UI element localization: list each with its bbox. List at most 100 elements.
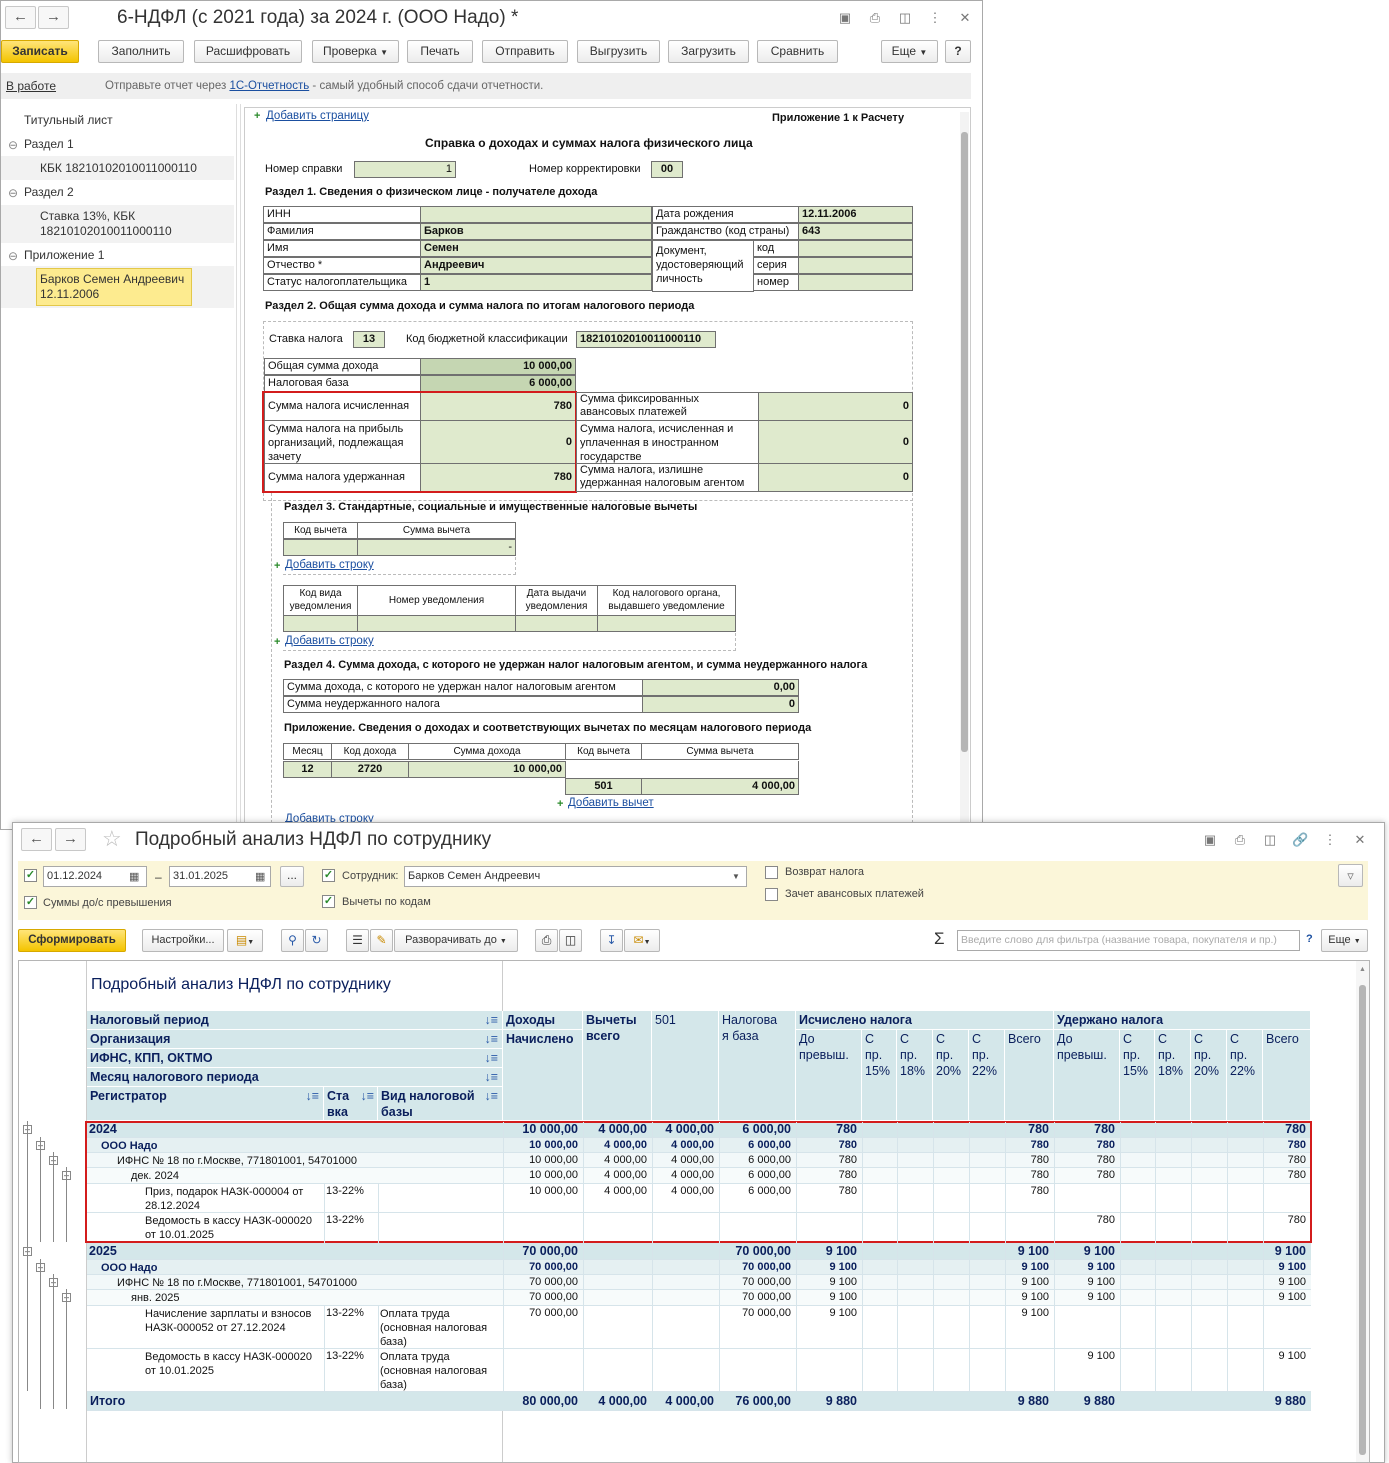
doc-number-field[interactable] <box>798 274 913 291</box>
collapse-button[interactable]: ☰ <box>346 929 369 952</box>
deduction-sum-field-2[interactable]: 4 000,00 <box>641 778 799 795</box>
generate-button[interactable]: Сформировать <box>18 929 126 952</box>
sort-icon[interactable]: ↓≡ <box>305 1088 319 1104</box>
sum-icon[interactable]: Σ <box>934 929 945 949</box>
tree-collapse-icon[interactable]: ⊖ <box>8 186 18 200</box>
form-scrollbar[interactable] <box>960 112 969 824</box>
email-button[interactable]: ✉▼ <box>624 929 660 952</box>
close-icon[interactable]: ✕ <box>957 10 973 26</box>
income-sum-field[interactable]: 10 000,00 <box>408 761 566 778</box>
tree-section2-rate[interactable]: Ставка 13%, КБК <box>40 209 135 223</box>
sort-icon[interactable]: ↓≡ <box>484 1088 498 1104</box>
hdr-ifns[interactable]: ИФНС, КПП, ОКТМО ↓≡ <box>87 1049 503 1068</box>
more-menu-icon[interactable]: ⋮ <box>1322 832 1338 848</box>
tree-collapse-icon[interactable]: ⊖ <box>8 249 18 263</box>
expand-levels-icon-button[interactable]: ✎ <box>370 929 393 952</box>
foreign-tax-field[interactable]: 0 <box>758 420 913 464</box>
calendar-icon[interactable]: ▦ <box>129 870 139 883</box>
deduction-code-field[interactable] <box>283 539 358 556</box>
tree-section2-kbk[interactable]: 18210102010011000110 <box>40 224 172 238</box>
hdr-base-type[interactable]: Вид налоговой базы ↓≡ <box>378 1087 503 1121</box>
deduction-sum-field[interactable]: - <box>357 539 516 556</box>
back-button[interactable]: ← <box>5 6 36 29</box>
not-withheld-tax-field[interactable]: 0 <box>642 696 799 713</box>
notice-org-field[interactable] <box>597 615 736 632</box>
inn-field[interactable] <box>420 206 652 223</box>
deductions-by-code-checkbox[interactable]: ✓ <box>322 895 335 908</box>
add-deduction-link[interactable]: Добавить вычет <box>568 797 654 809</box>
tree-section1[interactable]: Раздел 1 <box>24 137 74 151</box>
hdr-period[interactable]: Налоговый период ↓≡ <box>87 1011 503 1030</box>
period-select-button[interactable]: ... <box>280 866 304 887</box>
reporting-link[interactable]: 1С-Отчетность <box>229 80 309 92</box>
sort-icon[interactable]: ↓≡ <box>484 1012 498 1028</box>
hdr-registrar[interactable]: Регистратор ↓≡ <box>87 1087 324 1121</box>
refund-checkbox[interactable] <box>765 866 778 879</box>
decode-button[interactable]: Расшифровать <box>194 40 302 63</box>
tax-base-field[interactable]: 6 000,00 <box>420 375 576 392</box>
tree-section1-kbk[interactable]: КБК 18210102010011000110 <box>40 161 197 175</box>
preview-icon[interactable]: ◫ <box>897 10 913 26</box>
surname-field[interactable]: Барков <box>420 223 652 240</box>
hdr-rate[interactable]: Ста вка ↓≡ <box>324 1087 378 1121</box>
dropdown-arrow-icon[interactable]: ▼ <box>732 872 740 881</box>
check-button[interactable]: Проверка ▼ <box>312 40 399 63</box>
notice-number-field[interactable] <box>357 615 516 632</box>
more-button[interactable]: Еще ▼ <box>1321 929 1368 952</box>
scroll-up-icon[interactable]: ▲ <box>1359 966 1366 973</box>
help-link[interactable]: ? <box>1306 933 1313 945</box>
month-field[interactable]: 12 <box>283 761 332 778</box>
favorite-star-icon[interactable]: ☆ <box>102 826 122 852</box>
forward-button[interactable]: → <box>55 828 86 851</box>
citizenship-field[interactable]: 643 <box>798 223 913 240</box>
print-icon[interactable]: ⎙ <box>1232 832 1248 848</box>
export-button[interactable]: Выгрузить <box>577 40 660 63</box>
more-menu-icon[interactable]: ⋮ <box>927 10 943 26</box>
more-button[interactable]: Еще ▼ <box>881 40 938 63</box>
preview-button[interactable]: ◫ <box>559 929 582 952</box>
filter-button[interactable]: ▿ <box>1338 864 1363 887</box>
calendar-icon[interactable]: ▦ <box>255 870 265 883</box>
notice-type-field[interactable] <box>283 615 358 632</box>
filter-input[interactable]: Введите слово для фильтра (название това… <box>957 930 1300 951</box>
not-withheld-income-field[interactable]: 0,00 <box>642 679 799 696</box>
period-checkbox[interactable]: ✓ <box>24 869 37 882</box>
scroll-thumb[interactable] <box>961 132 968 752</box>
save-doc-icon[interactable]: ▣ <box>1202 832 1218 848</box>
splitter[interactable] <box>236 104 241 824</box>
report-scrollbar[interactable]: ▲ <box>1356 961 1369 1462</box>
state-link[interactable]: В работе <box>6 79 56 93</box>
print-icon[interactable]: ⎙ <box>867 10 883 26</box>
close-icon[interactable]: ✕ <box>1352 832 1368 848</box>
excess-tax-field[interactable]: 0 <box>758 463 913 492</box>
tree-collapse-icon[interactable]: ⊖ <box>8 138 18 152</box>
fill-button[interactable]: Заполнить <box>98 40 184 63</box>
hdr-org[interactable]: Организация ↓≡ <box>87 1030 503 1049</box>
save-doc-icon[interactable]: ▣ <box>837 10 853 26</box>
doc-code-field[interactable] <box>798 240 913 257</box>
income-code-field[interactable]: 2720 <box>331 761 409 778</box>
dob-field[interactable]: 12.11.2006 <box>798 206 913 223</box>
advance-checkbox[interactable] <box>765 888 778 901</box>
variant-button[interactable]: ▤▼ <box>227 929 263 952</box>
tree-title-page[interactable]: Титульный лист <box>24 113 113 127</box>
tree-appendix1[interactable]: Приложение 1 <box>24 248 104 262</box>
kbk-field[interactable]: 18210102010011000110 <box>576 331 716 348</box>
cert-number-field[interactable]: 1 <box>354 161 456 178</box>
compare-button[interactable]: Сравнить <box>757 40 838 63</box>
import-button[interactable]: Загрузить <box>668 40 749 63</box>
correction-field[interactable]: 00 <box>651 161 683 178</box>
help-button[interactable]: ? <box>945 40 971 63</box>
patronymic-field[interactable]: Андреевич <box>420 257 652 274</box>
sort-icon[interactable]: ↓≡ <box>484 1069 498 1085</box>
save-file-button[interactable]: ↧ <box>600 929 623 952</box>
search-button[interactable]: ⚲ <box>281 929 304 952</box>
preview-icon[interactable]: ◫ <box>1262 832 1278 848</box>
name-field[interactable]: Семен <box>420 240 652 257</box>
scroll-thumb[interactable] <box>1359 985 1366 1455</box>
sort-icon[interactable]: ↓≡ <box>360 1088 374 1104</box>
employee-input[interactable]: Барков Семен Андреевич <box>404 866 747 887</box>
tree-section2[interactable]: Раздел 2 <box>24 185 74 199</box>
back-button[interactable]: ← <box>21 828 52 851</box>
refresh-button[interactable]: ↻ <box>305 929 328 952</box>
